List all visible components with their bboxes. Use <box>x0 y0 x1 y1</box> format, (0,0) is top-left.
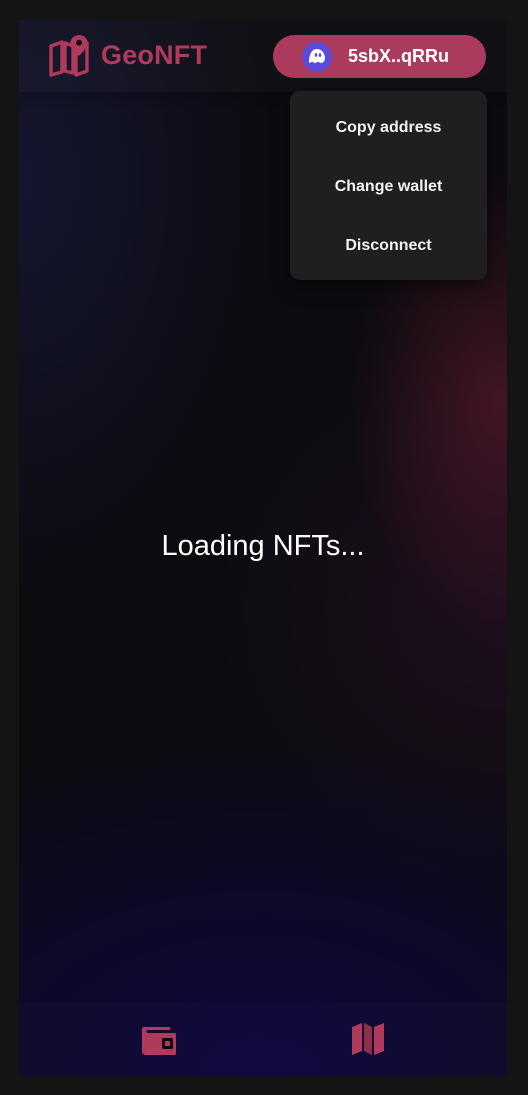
nav-map-button[interactable] <box>348 1019 388 1059</box>
disconnect-menu-item[interactable]: Disconnect <box>290 216 487 275</box>
map-icon <box>352 1023 384 1055</box>
wallet-address: 5sbX..qRRu <box>348 46 450 66</box>
top-bar: GeoNFT 5sbX..qRRu <box>19 20 507 92</box>
ghost-icon <box>302 41 332 72</box>
app-title: GeoNFT <box>101 39 208 70</box>
wallet-dropdown-menu: Copy address Change wallet Disconnect <box>290 91 487 280</box>
nav-wallet-button[interactable] <box>139 1019 179 1059</box>
app-screen: GeoNFT 5sbX..qRRu Copy address Change wa… <box>19 20 507 1076</box>
change-wallet-menu-item[interactable]: Change wallet <box>290 157 487 216</box>
wallet-icon <box>142 1027 176 1055</box>
wallet-button[interactable]: 5sbX..qRRu <box>273 35 486 78</box>
bottom-nav <box>19 1003 507 1076</box>
loading-status-text: Loading NFTs... <box>161 530 365 562</box>
map-pin-icon <box>49 35 89 77</box>
app-logo[interactable]: GeoNFT <box>48 33 207 77</box>
copy-address-menu-item[interactable]: Copy address <box>290 98 487 157</box>
